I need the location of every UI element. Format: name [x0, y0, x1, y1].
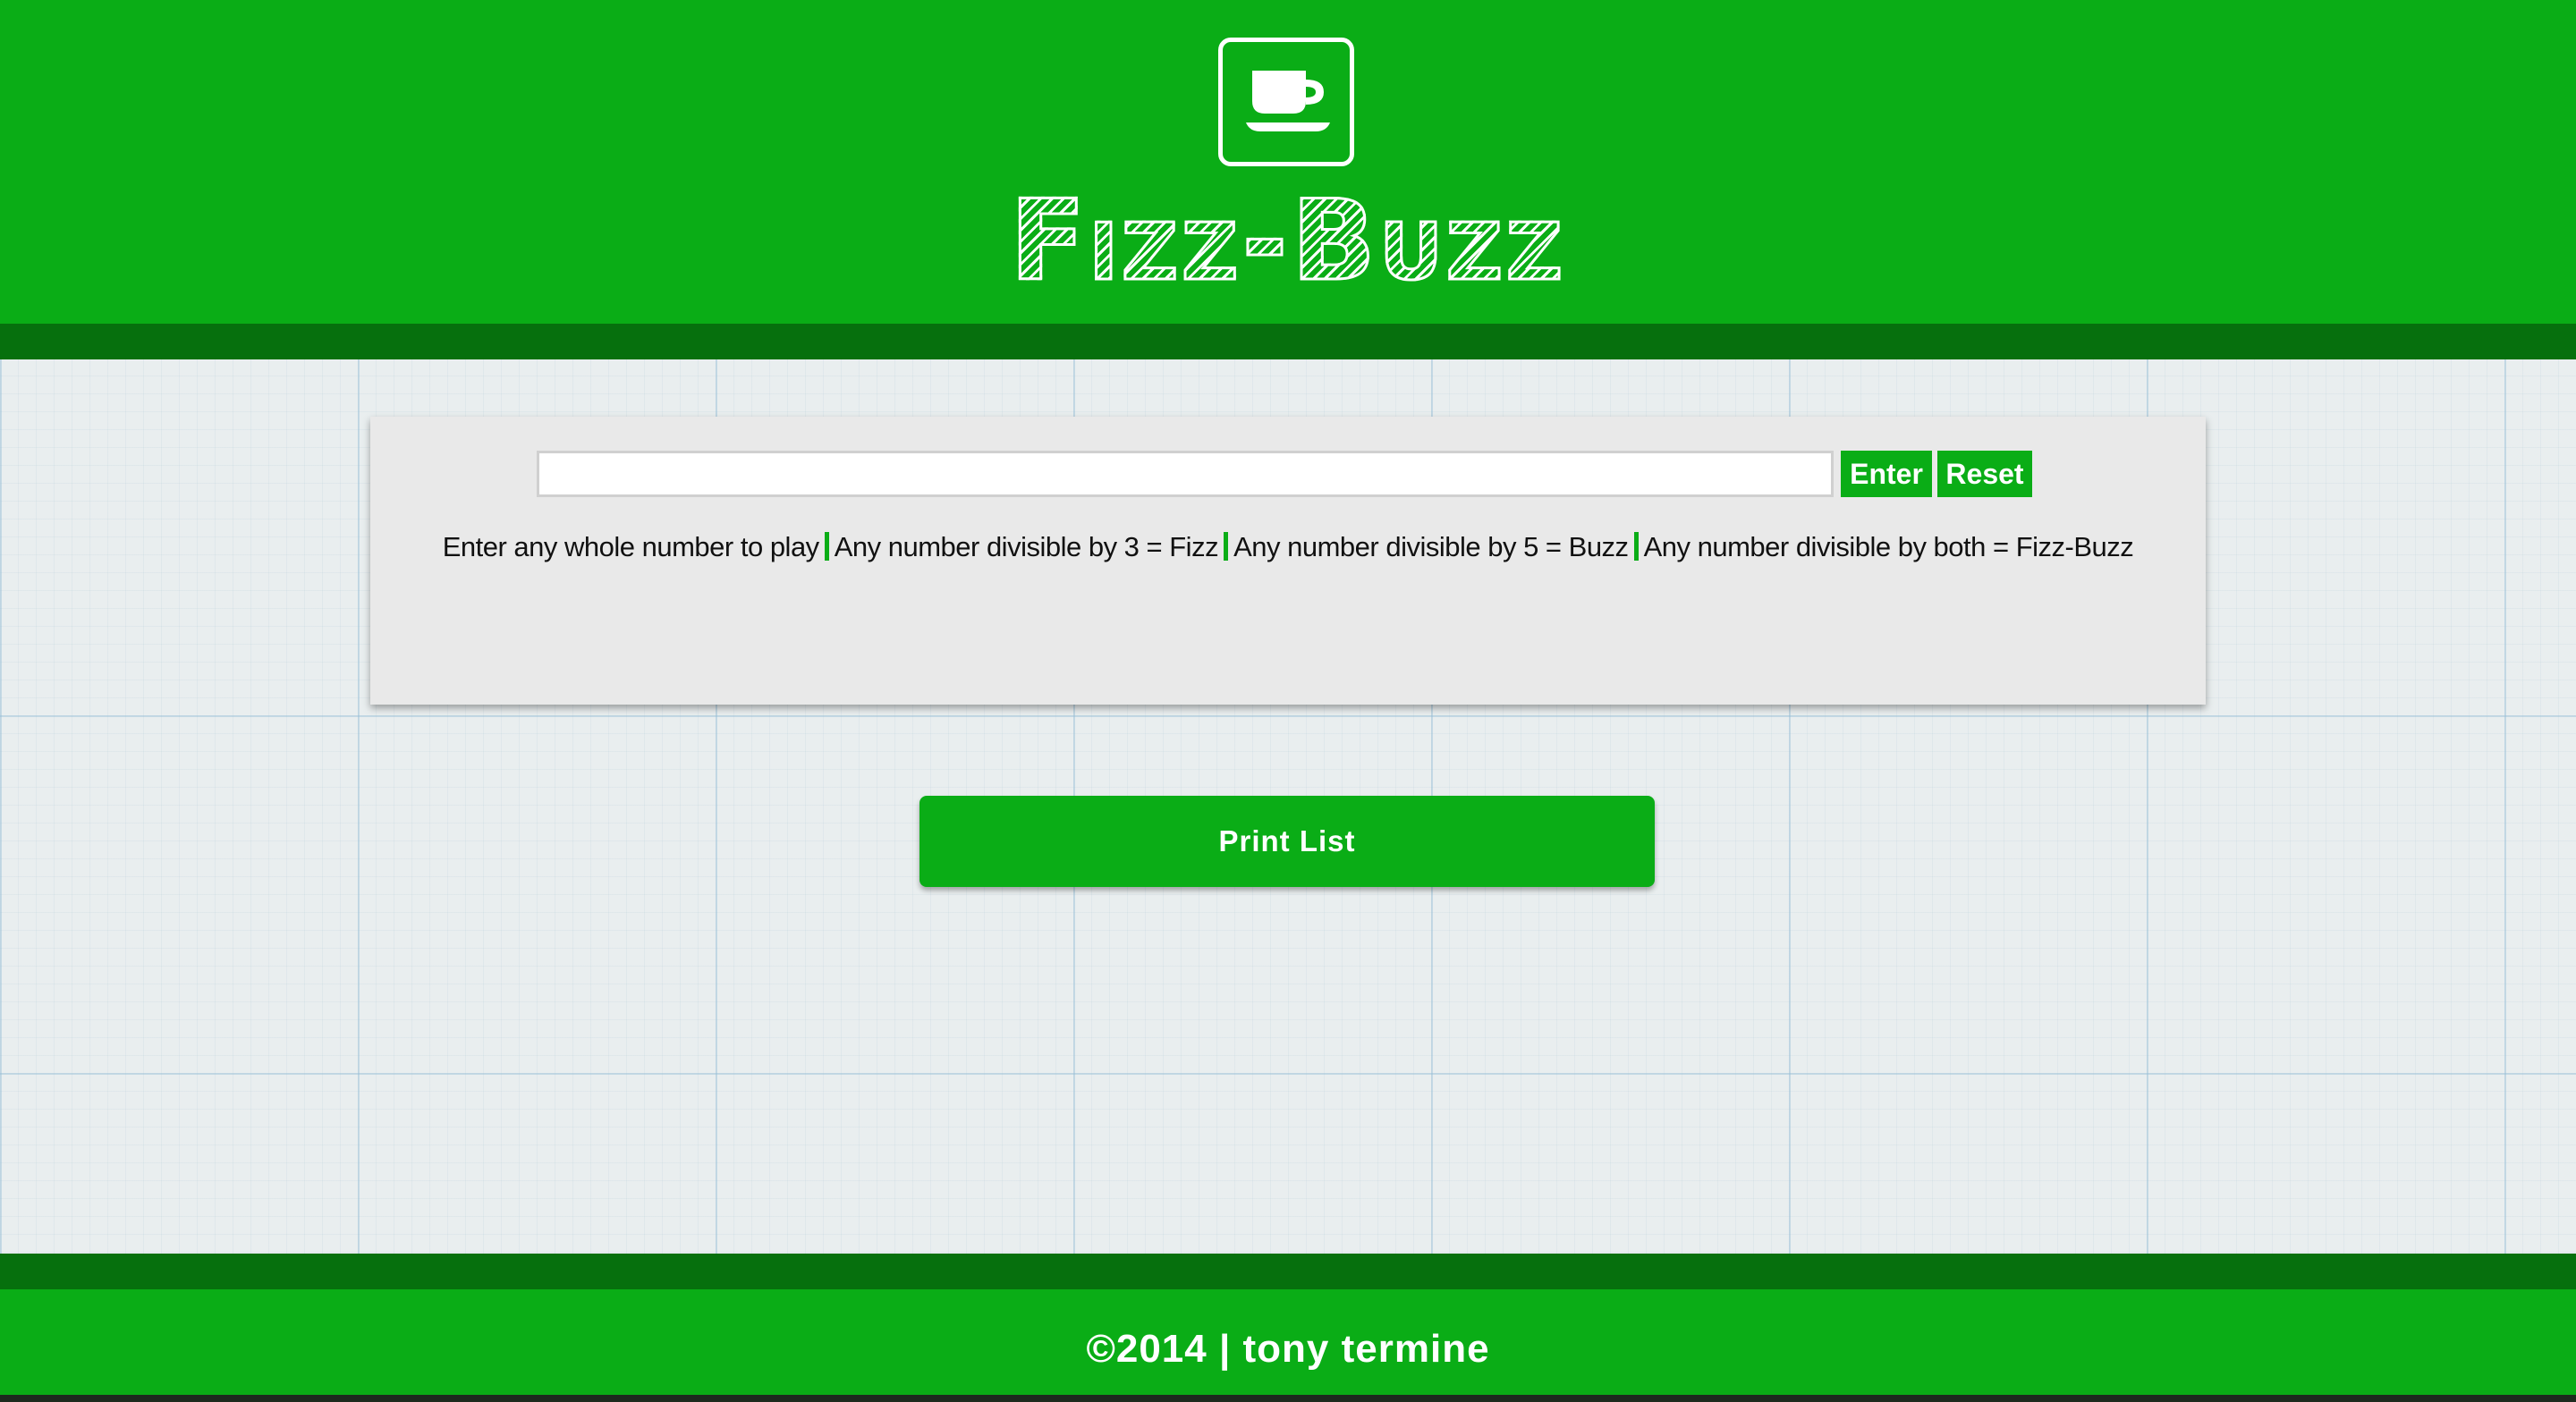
rule-buzz: Any number divisible by 5 = Buzz [1233, 531, 1629, 562]
window-bottom-edge [0, 1395, 2576, 1402]
site-footer: ©2014 | tony termine [0, 1254, 2576, 1402]
site-title: Fizz-Buzz [0, 178, 2576, 306]
rule-fizz-buzz: Any number divisible by both = Fizz-Buzz [1643, 531, 2134, 562]
rule-fizz: Any number divisible by 3 = Fizz [834, 531, 1219, 562]
site-header: Fizz-Buzz [0, 0, 2576, 359]
coffee-cup-icon [1218, 38, 1354, 166]
number-input[interactable] [537, 451, 1834, 497]
print-list-button[interactable]: Print List [919, 796, 1655, 887]
reset-button[interactable]: Reset [1937, 451, 2032, 497]
enter-button[interactable]: Enter [1841, 451, 1932, 497]
rule-separator [824, 532, 829, 561]
rule-separator [1224, 532, 1229, 561]
game-panel: Enter Reset Enter any whole number to pl… [370, 417, 2206, 705]
rule-separator [1633, 532, 1639, 561]
rules-text: Enter any whole number to play Any number… [370, 529, 2206, 565]
rule-play: Enter any whole number to play [442, 531, 819, 562]
footer-copyright: ©2014 | tony termine [1086, 1327, 1490, 1371]
